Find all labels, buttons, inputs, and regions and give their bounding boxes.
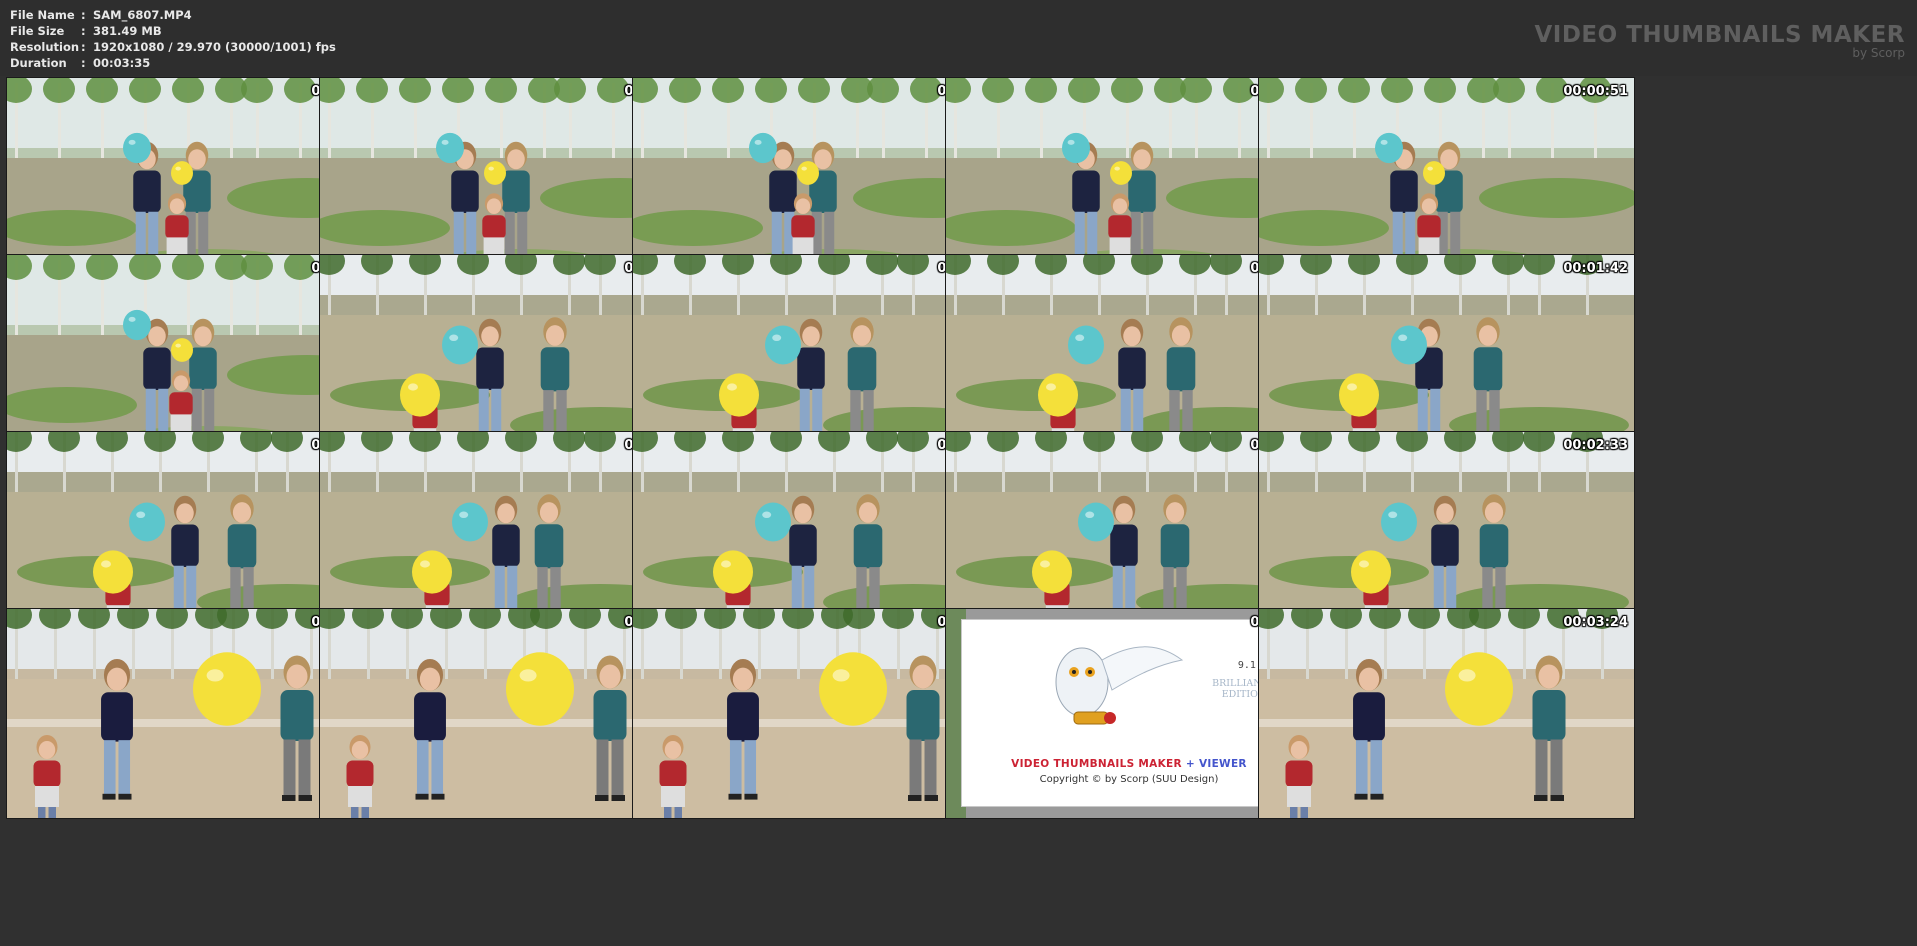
logo-product-name: VIDEO THUMBNAILS MAKER + VIEWER (962, 758, 1296, 770)
logo-product-viewer: VIEWER (1198, 758, 1247, 770)
header-bar: File Name: SAM_6807.MP4 File Size:381.49 … (0, 0, 1917, 76)
brand-subtitle: by Scorp (1852, 46, 1905, 60)
file-size-value: 381.49 MB (93, 24, 162, 38)
resolution-row: Resolution:1920x1080 / 29.970 (30000/100… (10, 39, 336, 55)
thumbnail-timestamp: 00:00:51 (1563, 84, 1628, 99)
logo-copyright: Copyright © by Scorp (SUU Design) (1039, 774, 1219, 785)
file-size-row: File Size:381.49 MB (10, 23, 336, 39)
separator: : (81, 40, 86, 54)
logo-card: 9.1.0.0 BRILLIANCE EDITION VIDEO THUMBNA… (961, 619, 1297, 807)
file-name-value: SAM_6807.MP4 (93, 8, 192, 22)
file-size-label: File Size (10, 24, 65, 38)
thumbnail-image (1259, 609, 1634, 818)
logo-product-plus: + (1185, 758, 1195, 770)
brand-watermark: VIDEO THUMBNAILS MAKER by Scorp (1534, 22, 1905, 60)
thumbnail-timestamp: 00:03:24 (1563, 615, 1628, 630)
separator: : (81, 56, 86, 70)
file-name-row: File Name: SAM_6807.MP4 (10, 7, 336, 23)
file-info: File Name: SAM_6807.MP4 File Size:381.49 … (10, 7, 336, 71)
file-name-label: File Name (10, 8, 75, 22)
duration-label: Duration (10, 56, 67, 70)
logo-product-main: VIDEO THUMBNAILS MAKER (1011, 758, 1182, 770)
thumbnail-timestamp: 00:01:42 (1563, 261, 1628, 276)
brand-title: VIDEO THUMBNAILS MAKER (1534, 22, 1905, 48)
resolution-label: Resolution (10, 40, 80, 54)
resolution-value: 1920x1080 / 29.970 (30000/1001) fps (93, 40, 336, 54)
thumbnail-timestamp: 00:02:33 (1563, 438, 1628, 453)
separator: : (81, 24, 86, 38)
duration-row: Duration:00:03:35 (10, 55, 336, 71)
separator: : (81, 8, 86, 22)
thumbnail[interactable]: 00:03:24 (1258, 608, 1635, 819)
duration-value: 00:03:35 (93, 56, 151, 70)
